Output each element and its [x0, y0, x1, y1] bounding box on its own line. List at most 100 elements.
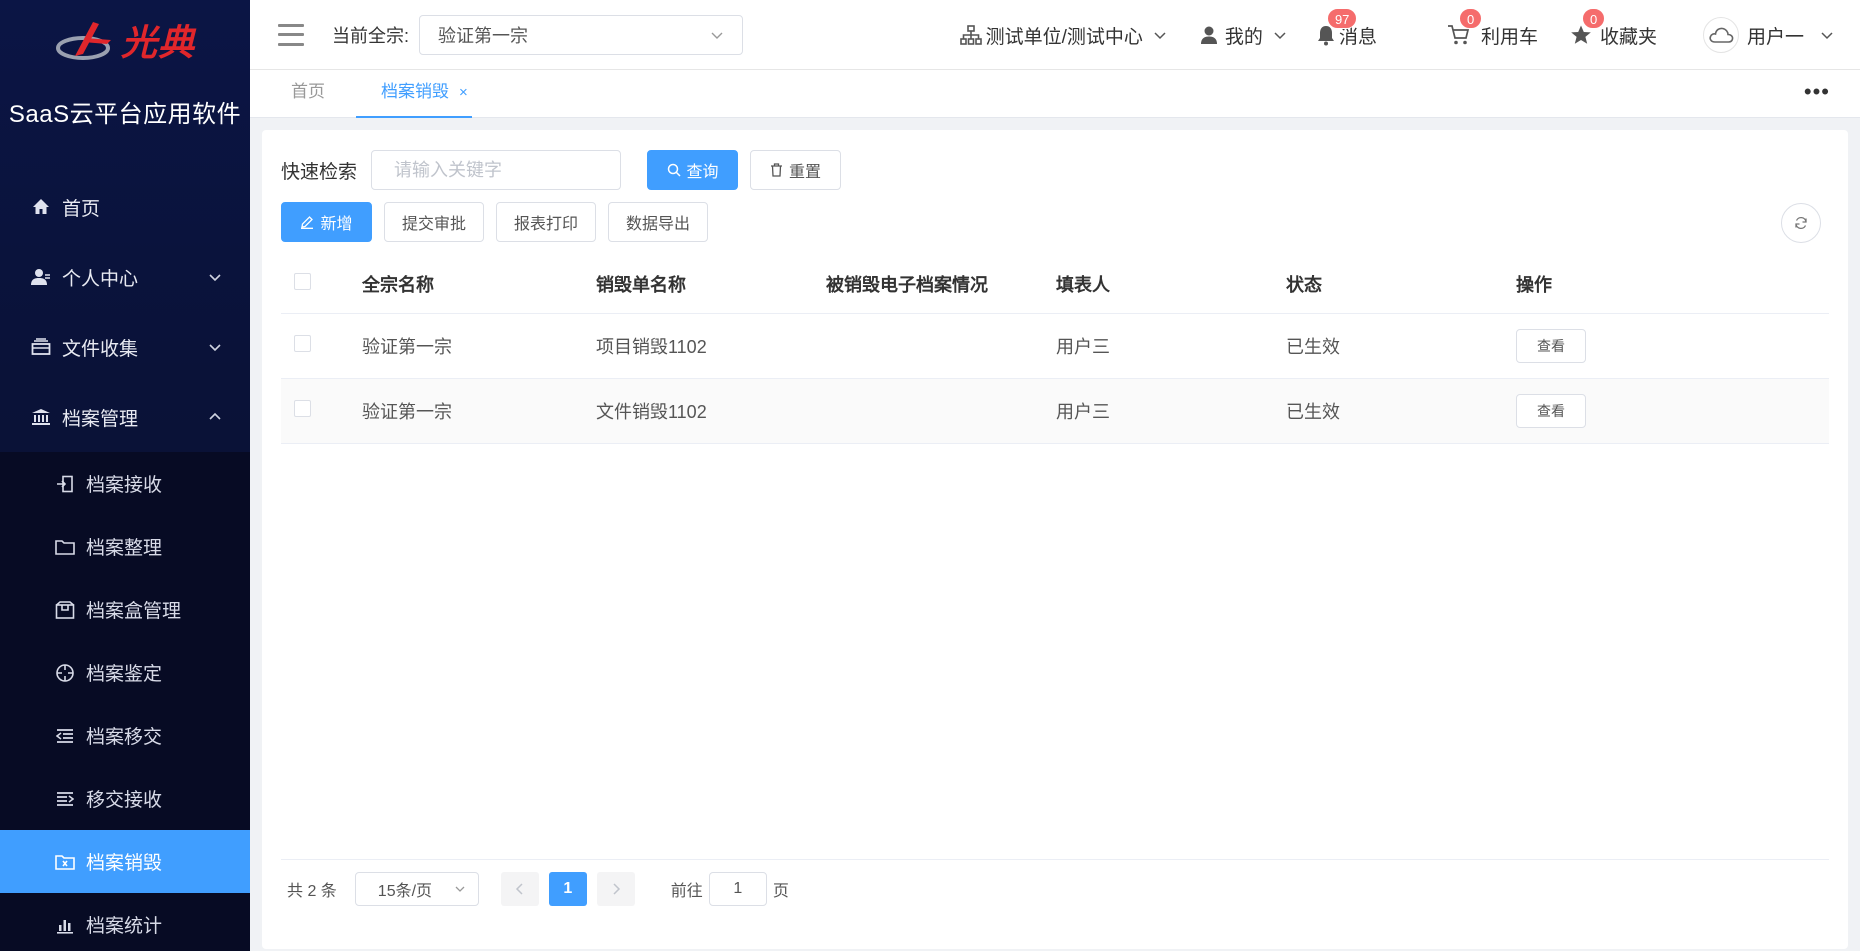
org-switcher[interactable]: 测试单位/测试中心 [959, 22, 1167, 49]
sidebar-item-label: 文件收集 [62, 338, 139, 360]
table-row[interactable]: 验证第一宗 项目销毁1102 用户三 已生效 查看 [281, 314, 1829, 379]
chevron-down-icon [209, 274, 221, 282]
chevron-up-icon [209, 412, 221, 420]
refresh-icon[interactable] [1781, 203, 1821, 243]
table-row[interactable]: 验证第一宗 文件销毁1102 用户三 已生效 查看 [281, 379, 1829, 444]
sidebar-item-box-mgmt[interactable]: 档案盒管理 [0, 578, 250, 641]
query-button[interactable]: 查询 [647, 150, 739, 190]
sidebar: 光典 SaaS云平台应用软件 首页 个人中心 文件收集 档案管理 档案接收 档案… [0, 0, 250, 951]
sidebar-item-label: 档案移交 [86, 727, 163, 748]
column-header: 状态 [1286, 274, 1322, 295]
top-header: 当前全宗: 验证第一宗 测试单位/测试中心 我的 消息 97 利用车 0 收藏夹 [250, 0, 1860, 70]
reset-label: 重置 [789, 164, 822, 181]
favorites-badge: 0 [1581, 7, 1606, 29]
goto-page-input[interactable] [708, 872, 767, 906]
page-size-select[interactable]: 15条/页 [354, 872, 479, 906]
search-label: 快速检索 [281, 161, 358, 183]
sidebar-item-archive-mgmt[interactable]: 档案管理 [0, 382, 250, 452]
row-checkbox[interactable] [294, 400, 311, 417]
logo-swoosh-icon [55, 22, 111, 60]
column-header: 填表人 [1056, 274, 1110, 295]
import-icon [55, 474, 75, 494]
add-label: 新增 [320, 216, 353, 233]
toolbar: 新增 提交审批 报表打印 数据导出 [281, 202, 708, 242]
sidebar-item-label: 档案统计 [86, 916, 163, 937]
sidebar-item-label: 移交接收 [86, 790, 163, 811]
sidebar-menu: 首页 个人中心 文件收集 档案管理 档案接收 档案整理 档案盒管理 档案鉴定 档… [0, 172, 250, 951]
chart-icon [55, 915, 75, 935]
chevron-down-icon [1154, 32, 1166, 40]
sidebar-item-statistics[interactable]: 档案统计 [0, 893, 250, 951]
goto-label: 前往 [670, 883, 703, 900]
page-suffix: 页 [772, 883, 789, 900]
sidebar-item-destroy[interactable]: 档案销毁 [0, 830, 250, 893]
total-count: 共 2 条 [287, 883, 337, 900]
messages-badge: 97 [1326, 7, 1358, 29]
main-panel: 快速检索 查询 重置 新增 提交审批 报表打印 数据导出 全宗名称 销毁单名称 … [262, 130, 1848, 949]
tab-label: 档案销毁 [381, 82, 449, 101]
org-tree-icon [959, 25, 982, 45]
chevron-down-icon [209, 344, 221, 352]
page-number[interactable]: 1 [548, 872, 587, 906]
page-size-value: 15条/页 [377, 883, 433, 900]
sidebar-item-archive-organize[interactable]: 档案整理 [0, 515, 250, 578]
cart-label: 利用车 [1480, 26, 1538, 48]
next-page-button[interactable] [596, 872, 635, 906]
data-export-button[interactable]: 数据导出 [608, 202, 708, 242]
outdent-icon [55, 789, 75, 809]
sidebar-item-archive-receive[interactable]: 档案接收 [0, 452, 250, 515]
crosshair-icon [55, 663, 75, 683]
row-checkbox[interactable] [294, 335, 311, 352]
menu-toggle-icon[interactable] [278, 23, 304, 46]
logo-text: 光典 [120, 22, 195, 64]
sidebar-item-label: 档案鉴定 [86, 664, 163, 685]
search-input[interactable] [371, 150, 622, 190]
cell-filler: 用户三 [1056, 337, 1110, 357]
sidebar-item-label: 个人中心 [62, 268, 139, 290]
submit-approval-button[interactable]: 提交审批 [384, 202, 484, 242]
sidebar-item-transfer[interactable]: 档案移交 [0, 704, 250, 767]
chevron-down-icon [1821, 32, 1833, 40]
view-button[interactable]: 查看 [1516, 329, 1586, 363]
tray-icon [30, 336, 52, 358]
cart-button[interactable]: 利用车 0 [1447, 7, 1538, 49]
sidebar-item-label: 档案整理 [86, 538, 163, 559]
chevron-right-icon [613, 883, 620, 895]
sidebar-item-personal[interactable]: 个人中心 [0, 242, 250, 312]
messages-button[interactable]: 消息 97 [1315, 7, 1377, 49]
column-header: 被销毁电子档案情况 [826, 274, 988, 295]
more-icon[interactable]: ••• [1804, 81, 1830, 103]
user-menu[interactable]: 用户一 [1702, 17, 1834, 53]
close-icon[interactable]: × [459, 84, 468, 101]
cart-badge: 0 [1458, 7, 1483, 29]
chevron-left-icon [515, 883, 523, 895]
cell-fonds: 验证第一宗 [362, 337, 452, 357]
sidebar-item-appraisal[interactable]: 档案鉴定 [0, 641, 250, 704]
report-print-button[interactable]: 报表打印 [496, 202, 596, 242]
tab-archive-destroy[interactable]: 档案销毁 × [356, 70, 472, 118]
cell-filler: 用户三 [1056, 402, 1110, 422]
sidebar-item-label: 档案接收 [86, 475, 163, 496]
view-button[interactable]: 查看 [1516, 394, 1586, 428]
prev-page-button[interactable] [500, 872, 539, 906]
user-icon [1200, 26, 1217, 44]
sidebar-item-label: 首页 [62, 198, 101, 220]
select-all-checkbox[interactable] [294, 272, 311, 290]
cloud-icon [1709, 27, 1734, 43]
sidebar-item-file-collect[interactable]: 文件收集 [0, 312, 250, 382]
fonds-select[interactable]: 验证第一宗 [419, 14, 744, 55]
org-label: 测试单位/测试中心 [985, 26, 1143, 48]
reset-button[interactable]: 重置 [750, 150, 842, 190]
edit-icon [301, 216, 314, 229]
cell-status: 已生效 [1286, 337, 1340, 357]
favorites-button[interactable]: 收藏夹 0 [1570, 7, 1657, 49]
my-menu[interactable]: 我的 [1199, 22, 1287, 49]
destroy-table: 全宗名称 销毁单名称 被销毁电子档案情况 填表人 状态 操作 验证第一宗 项目销… [281, 254, 1829, 444]
sidebar-item-home[interactable]: 首页 [0, 172, 250, 242]
sidebar-item-transfer-receive[interactable]: 移交接收 [0, 767, 250, 830]
chevron-down-icon [1274, 32, 1286, 40]
search-icon [667, 163, 681, 177]
tab-home[interactable]: 首页 [291, 70, 325, 118]
my-label: 我的 [1224, 26, 1263, 48]
add-button[interactable]: 新增 [281, 202, 372, 242]
